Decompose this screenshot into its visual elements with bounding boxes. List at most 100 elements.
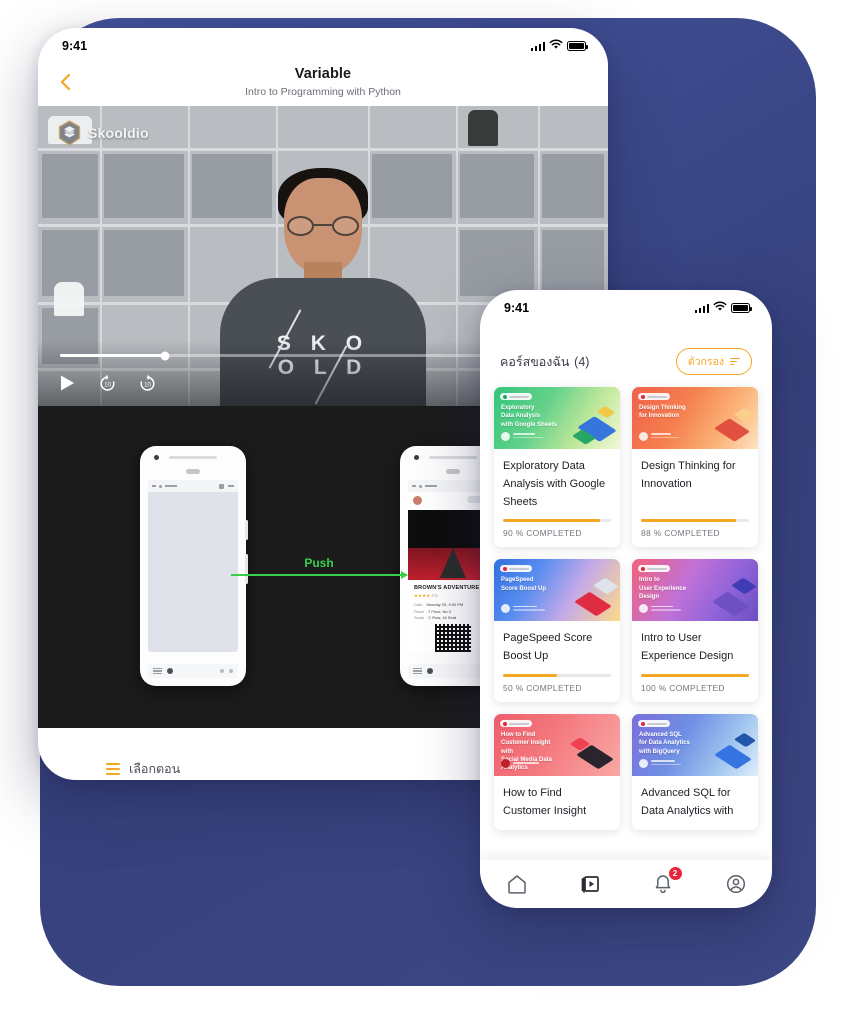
course-title: Exploratory Data Analysis with Google Sh… — [503, 460, 606, 508]
svg-text:10: 10 — [144, 382, 151, 389]
page-subtitle: Intro to Programming with Python — [245, 86, 401, 98]
status-time: 9:41 — [62, 39, 88, 53]
svg-text:10: 10 — [104, 382, 111, 389]
progress-label: 100 % COMPLETED — [641, 683, 725, 694]
progress-label: 88 % COMPLETED — [641, 528, 720, 539]
course-card[interactable]: Exploratory Data Analysis with Google Shee… — [494, 387, 620, 548]
course-thumbnail: Design Thinking for Innovation — [632, 387, 758, 449]
course-thumbnail: How to Find Customer Insight with Social M… — [494, 714, 620, 777]
screenshot-stage: 9:41 Variable Intro to Programming with … — [0, 0, 866, 1025]
filter-button[interactable]: ตัวกรอง — [675, 348, 752, 375]
thumbnail-artwork — [570, 571, 620, 621]
push-label: Push — [304, 556, 334, 570]
course-title: How to Find Customer Insight — [503, 787, 587, 817]
phone-my-courses: 9:41 คอร์สของฉัน (4) ตัวกรอง Exploratory… — [480, 290, 772, 908]
course-card[interactable]: Design Thinking for Innovation Design Thi… — [632, 387, 758, 548]
filter-icon — [730, 357, 740, 366]
thumbnail-author — [639, 604, 681, 614]
course-card[interactable]: How to Find Customer Insight with Social M… — [494, 714, 620, 830]
rewind-10-icon: 10 — [100, 374, 115, 391]
rewind-10-button[interactable]: 10 — [98, 374, 118, 394]
thumbnail-author — [501, 604, 545, 614]
episode-list-icon — [106, 762, 120, 776]
course-thumbnail: Advanced SQL for Data Analytics with BigQu… — [632, 714, 758, 777]
thumbnail-badge — [500, 720, 532, 728]
thumbnail-author — [639, 759, 681, 769]
thumbnail-badge — [638, 720, 670, 728]
scroll-fade — [480, 834, 772, 860]
bottom-tab-bar: 2 — [480, 860, 772, 908]
progress-label: 90 % COMPLETED — [503, 528, 582, 539]
course-card[interactable]: PageSpeed Score Boost Up PageSpeed Score … — [494, 559, 620, 703]
episode-list-button[interactable]: เลือกตอน — [106, 759, 180, 779]
tab-home[interactable] — [505, 872, 529, 896]
episode-list-label: เลือกตอน — [129, 762, 181, 776]
progress-bar — [503, 674, 611, 678]
course-title: Design Thinking for Innovation — [641, 460, 736, 490]
progress-bar — [503, 519, 611, 523]
status-bar-lesson: 9:41 — [38, 28, 608, 58]
progress-bar — [641, 519, 749, 523]
ticket-row-value: Monday 25, 9:00 PM — [426, 602, 464, 607]
home-icon — [507, 875, 526, 894]
wifi-icon — [549, 39, 563, 53]
lesson-nav-bar: Variable Intro to Programming with Pytho… — [38, 58, 608, 106]
course-title: Intro to User Experience Design — [641, 632, 734, 663]
course-card[interactable]: Intro to User Experience Design Intro to … — [632, 559, 758, 703]
video-library-icon — [581, 876, 599, 893]
page-title: คอร์สของฉัน (4) — [500, 351, 589, 372]
course-count: (4) — [574, 355, 590, 369]
course-grid: Exploratory Data Analysis with Google Shee… — [480, 387, 772, 830]
tab-courses[interactable] — [578, 872, 602, 896]
ticket-row-value: C Row, 16 Seat — [428, 615, 457, 620]
ticket-rating-stars: ★★★★ — [414, 593, 431, 598]
skooldio-hex-logo-icon — [58, 120, 81, 146]
thumbnail-artwork — [708, 399, 758, 449]
seek-progress-fill — [60, 354, 166, 357]
ticket-row-label: Seats — [414, 615, 425, 620]
thumbnail-author — [639, 432, 679, 441]
play-button[interactable] — [58, 374, 78, 394]
page-title-text: คอร์สของฉัน — [500, 355, 570, 369]
thumbnail-badge — [500, 393, 532, 400]
thumbnail-title: Advanced SQL for Data Analytics with BigQu… — [639, 732, 690, 755]
progress-bar — [641, 674, 749, 678]
status-bar-courses: 9:41 — [480, 290, 772, 320]
thumbnail-badge — [638, 393, 670, 400]
back-button[interactable] — [55, 71, 77, 93]
thumbnail-title: PageSpeed Score Boost Up — [501, 577, 547, 592]
tab-notifications[interactable]: 2 — [651, 867, 682, 896]
course-title: Advanced SQL for Data Analytics with — [641, 787, 734, 817]
ticket-rating-value: 4.5 — [431, 593, 438, 598]
play-icon — [61, 375, 74, 391]
brand-name: Skooldio — [88, 125, 149, 141]
thumbnail-badge — [638, 565, 670, 573]
thumbnail-author — [501, 759, 539, 769]
thumbnail-artwork — [569, 726, 620, 776]
qr-code-icon — [435, 624, 471, 652]
forward-10-button[interactable]: 10 — [138, 374, 158, 394]
brand-watermark: Skooldio — [58, 120, 149, 146]
progress-label: 50 % COMPLETED — [503, 683, 582, 694]
seek-handle[interactable] — [160, 351, 170, 360]
ticket-row-label: Place — [414, 608, 425, 614]
thumbnail-title: Intro to User Experience Design — [639, 577, 687, 600]
tab-profile[interactable] — [724, 872, 748, 896]
course-card[interactable]: Advanced SQL for Data Analytics with BigQu… — [632, 714, 758, 830]
chevron-left-icon — [60, 73, 71, 91]
course-thumbnail: PageSpeed Score Boost Up — [494, 559, 620, 622]
push-transition-annotation: Push — [231, 556, 407, 576]
thumbnail-title: Design Thinking for Innovation — [639, 405, 686, 420]
forward-10-icon: 10 — [140, 374, 155, 391]
battery-icon — [731, 303, 753, 313]
course-title: PageSpeed Score Boost Up — [503, 632, 593, 663]
notification-badge: 2 — [668, 867, 682, 880]
thumbnail-artwork — [708, 726, 758, 776]
thumbnail-title: Exploratory Data Analysis with Google Shee… — [501, 405, 557, 428]
filter-label: ตัวกรอง — [687, 356, 724, 368]
thumbnail-badge — [500, 565, 532, 573]
ticket-row-label: Date — [414, 602, 423, 607]
page-title: Variable — [294, 65, 352, 82]
courses-header: คอร์สของฉัน (4) ตัวกรอง — [480, 320, 772, 387]
cellular-bars-icon — [530, 41, 545, 51]
